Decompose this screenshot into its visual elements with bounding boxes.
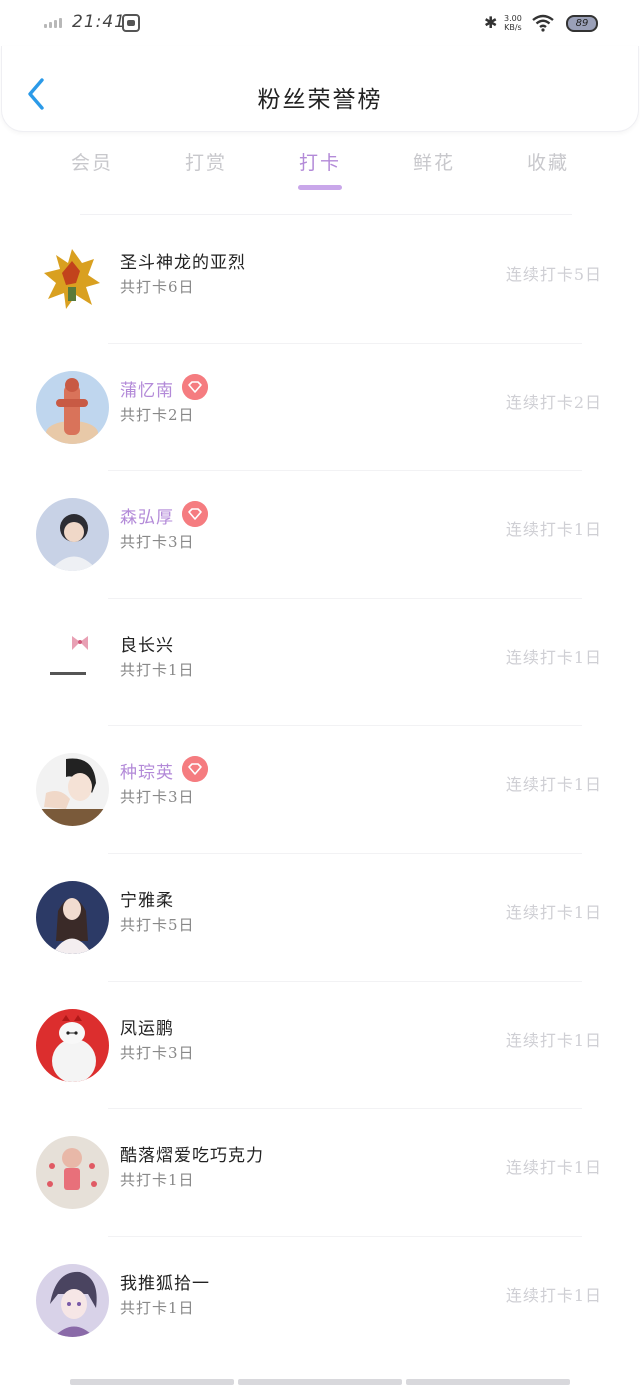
totem-figure-avatar[interactable]: [36, 370, 109, 444]
tab-membership[interactable]: 会员: [35, 148, 149, 198]
list-item[interactable]: 凤运鹏 共打卡3日 连续打卡1日: [0, 982, 640, 1110]
battery-level: 89: [575, 18, 589, 29]
list-item[interactable]: 良长兴 共打卡1日 连续打卡1日: [0, 599, 640, 727]
illustration-avatar[interactable]: [36, 1136, 109, 1210]
network-speed-unit: KB/s: [504, 23, 522, 32]
streak-checkins: 连续打卡1日: [505, 520, 602, 540]
fan-name: 蒲忆南: [120, 380, 174, 401]
fan-name: 良长兴: [120, 635, 174, 656]
streak-checkins: 连续打卡1日: [505, 1030, 602, 1050]
tab-rewards[interactable]: 打赏: [149, 148, 263, 198]
page-title: 粉丝荣誉榜: [257, 87, 383, 113]
white-robot-avatar[interactable]: [36, 1008, 109, 1082]
fan-name: 宁雅柔: [120, 890, 174, 911]
status-time: 21:41: [72, 12, 126, 32]
total-checkins: 共打卡3日: [120, 788, 195, 807]
streak-checkins: 连续打卡1日: [505, 902, 602, 922]
streak-checkins: 连续打卡1日: [505, 647, 602, 667]
robot-figure-avatar[interactable]: [36, 243, 109, 316]
wifi-icon: [532, 14, 554, 32]
anime-avatar[interactable]: [36, 1263, 109, 1337]
person-photo-avatar[interactable]: [36, 753, 109, 827]
total-checkins: 共打卡5日: [120, 915, 195, 934]
list-item[interactable]: 种琮英 共打卡3日 连续打卡1日: [0, 726, 640, 854]
app-notification-icon: [122, 14, 140, 32]
total-checkins: 共打卡1日: [120, 1171, 195, 1190]
total-checkins: 共打卡1日: [120, 1298, 195, 1317]
total-checkins: 共打卡2日: [120, 405, 195, 424]
divider: [80, 214, 572, 215]
total-checkins: 共打卡1日: [120, 660, 195, 679]
tab-bar: 会员 打赏 打卡 鲜花 收藏: [35, 148, 605, 198]
fan-name: 酷落熠爱吃巧克力: [120, 1146, 264, 1167]
streak-checkins: 连续打卡2日: [505, 392, 602, 412]
streak-checkins: 连续打卡1日: [505, 775, 602, 795]
fan-ranking-list: 圣斗神龙的亚烈 共打卡6日 连续打卡5日 蒲忆南 共打卡2日 连续打卡2日 森弘…: [0, 216, 640, 1364]
diamond-vip-icon: [182, 756, 208, 783]
tab-checkin[interactable]: 打卡: [263, 148, 377, 198]
tab-favorites[interactable]: 收藏: [491, 148, 605, 198]
streak-checkins: 连续打卡1日: [505, 1285, 602, 1305]
list-item[interactable]: 宁雅柔 共打卡5日 连续打卡1日: [0, 854, 640, 982]
tab-flowers[interactable]: 鲜花: [377, 148, 491, 198]
diamond-vip-icon: [182, 373, 208, 400]
fan-name: 我推狐拾一: [120, 1273, 210, 1294]
status-bar: 21:41 ✱ 3.00 KB/s 89: [0, 0, 640, 46]
signal-icon: [44, 18, 62, 28]
fan-name: 森弘厚: [120, 508, 174, 529]
fan-name: 种琮英: [120, 763, 174, 784]
network-speed: 3.00 KB/s: [504, 14, 522, 32]
list-item[interactable]: 酷落熠爱吃巧克力 共打卡1日 连续打卡1日: [0, 1109, 640, 1237]
total-checkins: 共打卡6日: [120, 278, 195, 296]
list-item[interactable]: 森弘厚 共打卡3日 连续打卡1日: [0, 471, 640, 599]
streak-checkins: 连续打卡5日: [505, 265, 602, 284]
person-photo-avatar[interactable]: [36, 880, 109, 954]
bluetooth-icon: ✱: [484, 13, 498, 32]
list-item[interactable]: 圣斗神龙的亚烈 共打卡6日 连续打卡5日: [0, 216, 640, 344]
bottom-indicator: [70, 1379, 570, 1385]
total-checkins: 共打卡3日: [120, 1043, 195, 1062]
fan-name: 凤运鹏: [120, 1018, 174, 1039]
total-checkins: 共打卡3日: [120, 533, 195, 552]
header: 粉丝荣誉榜: [1, 46, 639, 132]
fan-name: 圣斗神龙的亚烈: [120, 253, 246, 273]
list-item[interactable]: 蒲忆南 共打卡2日 连续打卡2日: [0, 344, 640, 472]
battery-icon: 89: [566, 15, 598, 32]
person-photo-avatar[interactable]: [36, 498, 109, 572]
diamond-vip-icon: [182, 501, 208, 528]
streak-checkins: 连续打卡1日: [505, 1158, 602, 1178]
list-item[interactable]: 我推狐拾一 共打卡1日 连续打卡1日: [0, 1237, 640, 1365]
bow-sketch-avatar[interactable]: [36, 625, 109, 699]
network-speed-value: 3.00: [504, 14, 522, 23]
